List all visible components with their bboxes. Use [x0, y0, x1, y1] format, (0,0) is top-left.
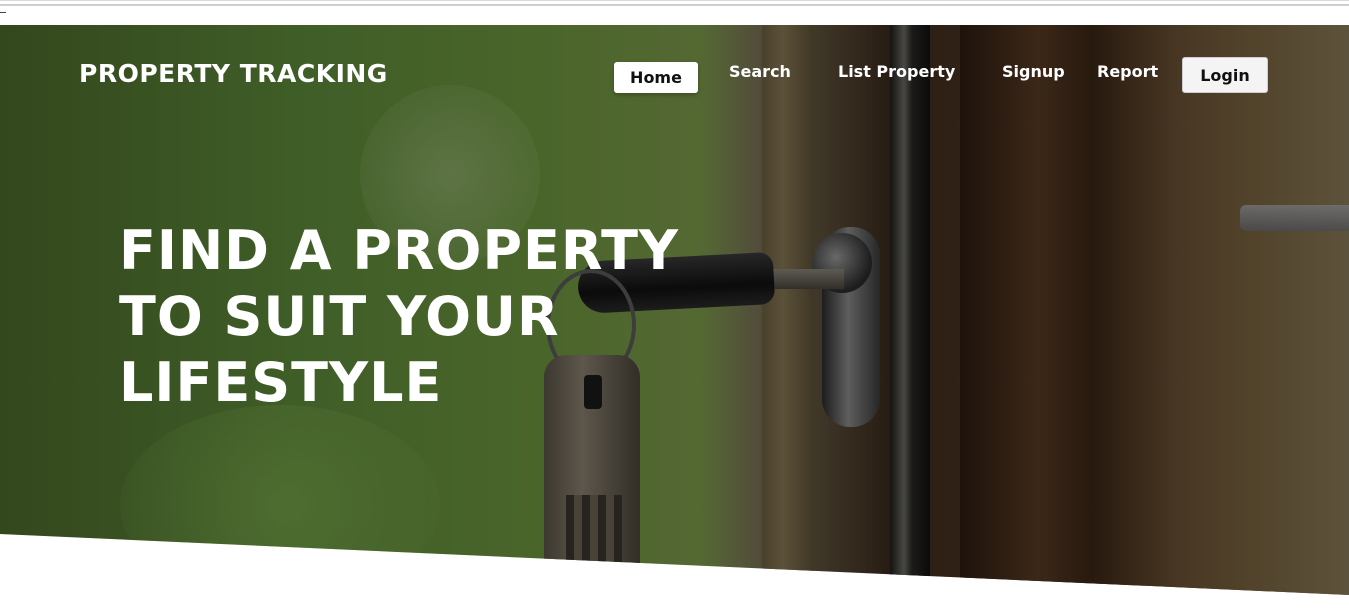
site-logo[interactable]: PROPERTY TRACKING [79, 59, 388, 88]
nav-home[interactable]: Home [614, 62, 698, 93]
browser-top-strip [0, 0, 1349, 26]
nav-report[interactable]: Report [1097, 57, 1158, 87]
headline-line-3: LIFESTYLE [119, 351, 443, 414]
top-tick-mark [0, 12, 6, 13]
hero-headline: FIND A PROPERTY TO SUIT YOUR LIFESTYLE [119, 218, 759, 416]
nav-list-property[interactable]: List Property [838, 57, 955, 87]
top-divider [0, 4, 1349, 6]
headline-line-1: FIND A PROPERTY [119, 219, 680, 282]
nav-signup[interactable]: Signup [1002, 57, 1065, 87]
headline-line-2: TO SUIT YOUR [119, 285, 560, 348]
nav-search[interactable]: Search [729, 57, 791, 87]
login-button[interactable]: Login [1182, 57, 1268, 93]
